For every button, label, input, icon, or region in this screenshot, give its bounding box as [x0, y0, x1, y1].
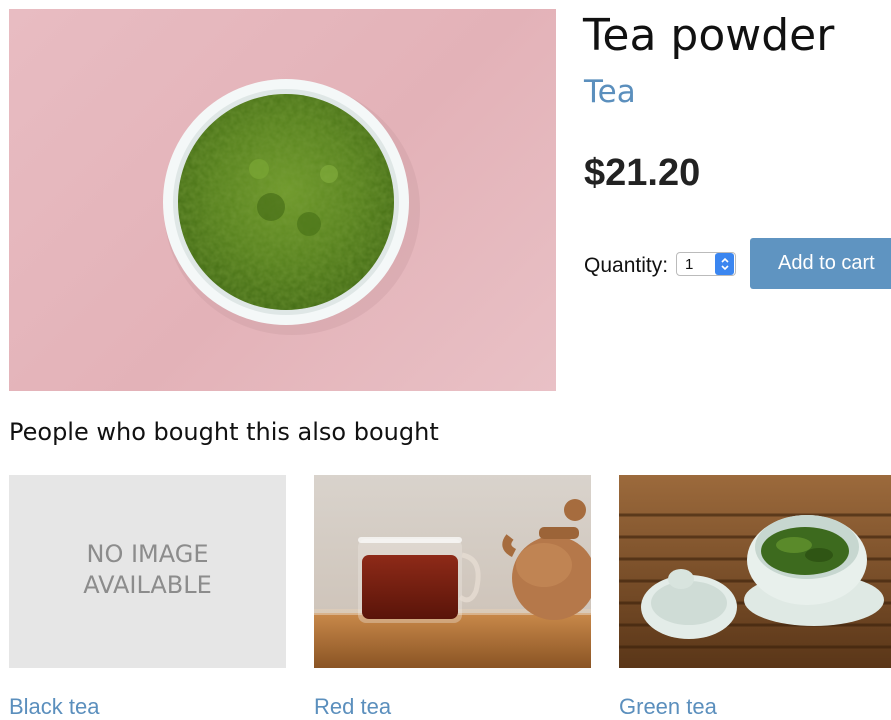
recommendation-link[interactable]: Green tea: [619, 694, 717, 720]
red-tea-image[interactable]: [314, 475, 591, 668]
quantity-value: 1: [685, 255, 694, 273]
recommendations-heading: People who bought this also bought: [9, 418, 439, 446]
recommendation-card-black-tea[interactable]: NO IMAGE AVAILABLE Black tea: [9, 475, 286, 719]
add-to-cart-button[interactable]: Add to cart: [750, 238, 891, 289]
select-arrows-icon: [715, 253, 734, 275]
product-title: Tea powder: [583, 10, 835, 61]
recommendation-link[interactable]: Black tea: [9, 694, 100, 720]
product-price: $21.20: [584, 152, 701, 194]
category-link[interactable]: Tea: [584, 74, 636, 110]
no-image-text-line2: AVAILABLE: [83, 571, 212, 599]
recommendation-card-green-tea[interactable]: Green tea: [619, 475, 891, 719]
no-image-text-line1: NO IMAGE: [86, 540, 209, 568]
no-image-placeholder[interactable]: NO IMAGE AVAILABLE: [9, 475, 286, 668]
product-image: [9, 9, 556, 391]
quantity-label: Quantity:: [584, 254, 669, 277]
quantity-select[interactable]: 1: [676, 252, 736, 276]
recommendation-link[interactable]: Red tea: [314, 694, 391, 720]
recommendation-card-red-tea[interactable]: Red tea: [314, 475, 591, 719]
green-tea-image[interactable]: [619, 475, 891, 668]
